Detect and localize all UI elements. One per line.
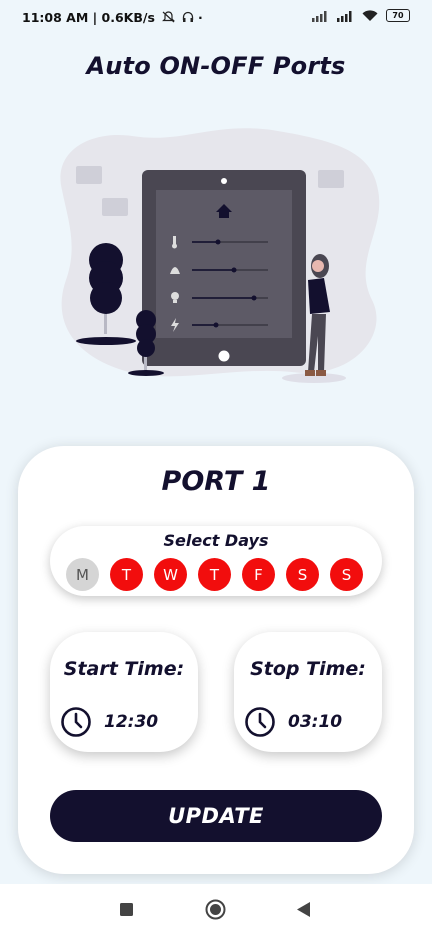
day-label: S — [341, 565, 352, 584]
day-label: T — [121, 565, 132, 584]
start-time-value: 12:30 — [104, 712, 159, 732]
day-thursday[interactable]: T — [198, 558, 231, 591]
clock-icon — [245, 707, 275, 737]
day-label: S — [297, 565, 308, 584]
day-label: M — [76, 565, 89, 584]
app-title: Auto ON-OFF Ports — [86, 52, 346, 80]
illustration-tile — [76, 166, 102, 184]
start-time-row: 12:30 — [60, 706, 158, 738]
status-dot: · — [197, 10, 203, 25]
day-sunday[interactable]: S — [330, 558, 363, 591]
day-label: W — [163, 565, 178, 584]
status-icons: 70 — [312, 9, 410, 22]
day-saturday[interactable]: S — [286, 558, 319, 591]
home-icon[interactable] — [205, 899, 226, 920]
illustration-tile — [102, 198, 128, 216]
status-time-text: 11:08 AM | 0.6KB/s — [22, 10, 155, 25]
day-monday[interactable]: M — [66, 558, 99, 591]
system-nav-bar — [0, 884, 432, 936]
stop-time-value: 03:10 — [288, 712, 343, 732]
status-time: 11:08 AM | 0.6KB/s · — [22, 10, 203, 25]
day-label: F — [254, 565, 263, 584]
days-selector: Select Days M T W T F S S — [50, 526, 382, 596]
select-days-label: Select Days — [163, 531, 269, 550]
day-wednesday[interactable]: W — [154, 558, 187, 591]
port-title: PORT 1 — [161, 466, 271, 497]
clock-icon — [61, 707, 91, 737]
start-time-card[interactable]: Start Time: 12:30 — [50, 632, 198, 752]
status-bar: 11:08 AM | 0.6KB/s · 70 — [0, 0, 432, 34]
stop-time-row: 03:10 — [244, 706, 342, 738]
stop-time-card[interactable]: Stop Time: 03:10 — [234, 632, 382, 752]
smart-home-illustration — [60, 128, 380, 383]
battery-level: 70 — [392, 11, 404, 20]
recent-apps-icon[interactable] — [120, 903, 133, 916]
stop-time-label: Stop Time: — [250, 658, 366, 680]
battery-icon: 70 — [386, 9, 410, 22]
signal-icon — [337, 10, 352, 22]
headset-icon — [182, 11, 193, 22]
tablet-home-button — [218, 350, 230, 362]
day-label: T — [209, 565, 220, 584]
update-button[interactable]: UPDATE — [50, 790, 382, 842]
signal-icon — [312, 10, 327, 22]
mute-icon — [162, 11, 176, 23]
day-tuesday[interactable]: T — [110, 558, 143, 591]
day-friday[interactable]: F — [242, 558, 275, 591]
illustration-tile — [318, 170, 344, 188]
port-card: PORT 1 Select Days M T W T F S S Start T… — [18, 446, 414, 874]
wifi-icon — [362, 9, 378, 21]
back-icon[interactable] — [297, 902, 311, 917]
start-time-label: Start Time: — [63, 658, 185, 680]
days-row: M T W T F S S — [66, 558, 363, 591]
